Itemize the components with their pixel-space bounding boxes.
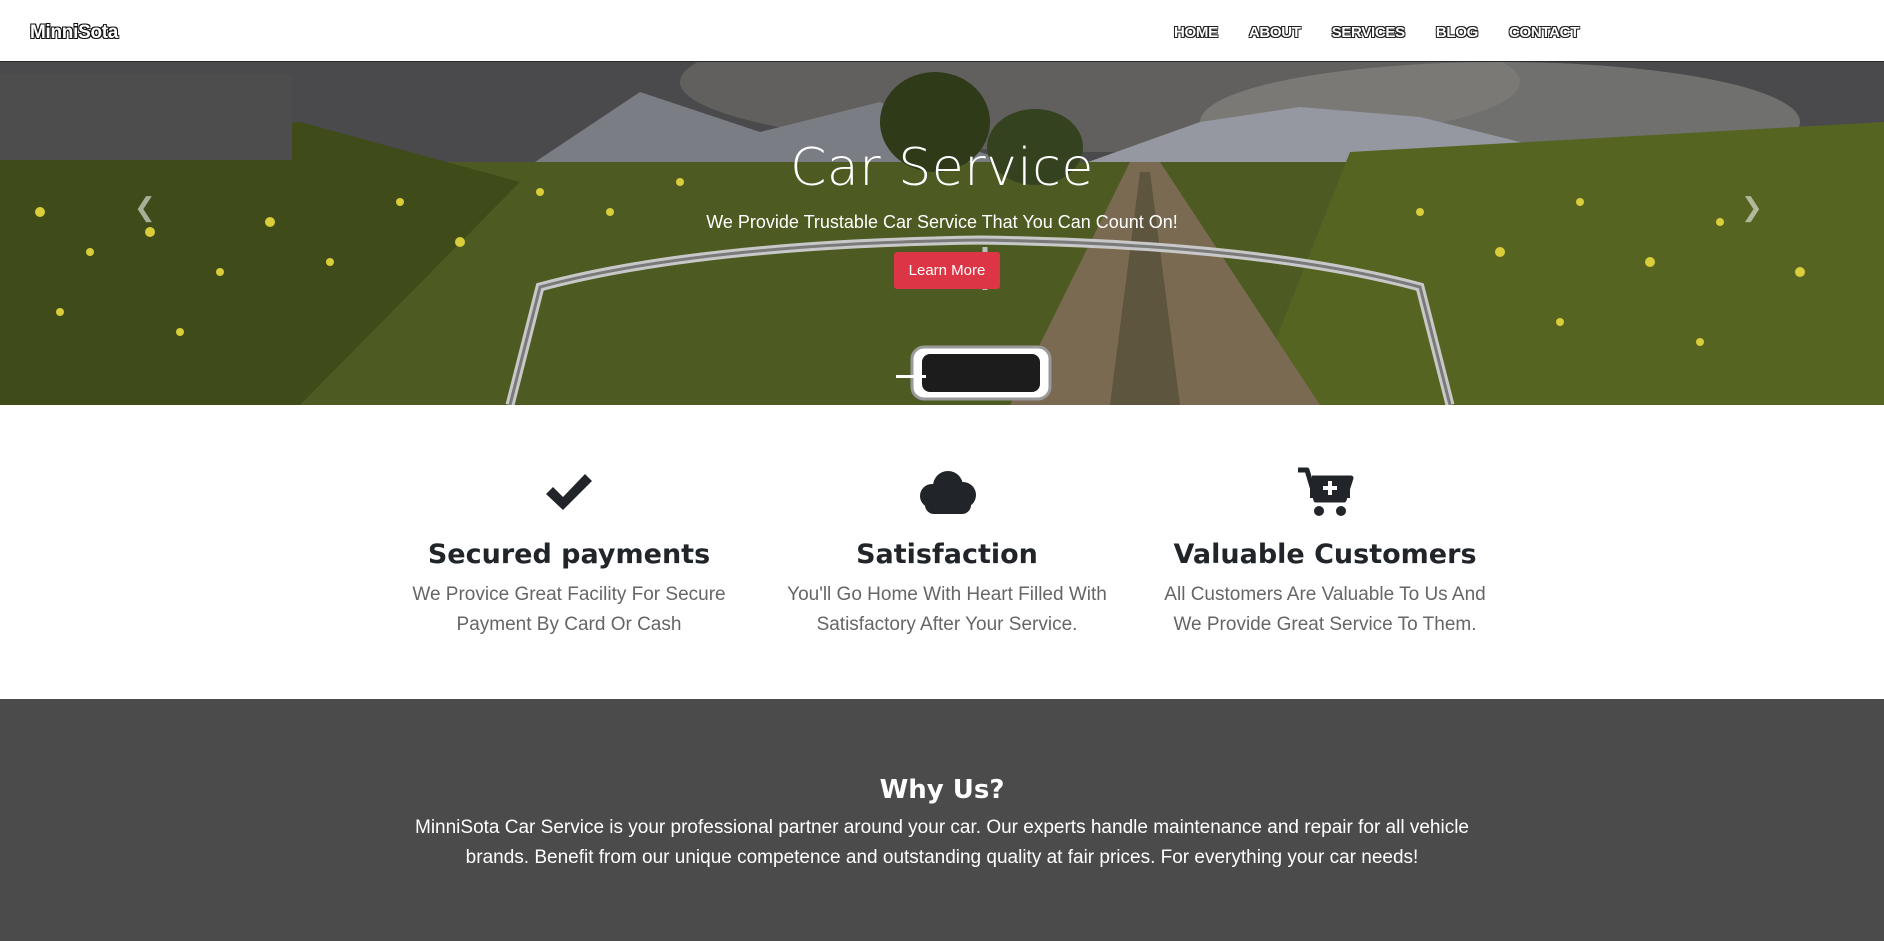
navbar: MinniSota HOME ABOUT SERVICES BLOG CONTA… — [0, 0, 1884, 62]
feature-text: We Provice Great Facility For Secure Pay… — [412, 584, 726, 635]
features-section: Secured payments We Provice Great Facili… — [0, 405, 1884, 699]
feature-satisfaction: Satisfaction You'll Go Home With Heart F… — [767, 465, 1127, 640]
main-nav: HOME ABOUT SERVICES BLOG CONTACT — [1174, 24, 1579, 41]
cart-plus-icon — [1145, 465, 1505, 519]
why-us-section: Why Us? MinniSota Car Service is your pr… — [0, 699, 1884, 941]
brand-logo[interactable]: MinniSota — [30, 22, 118, 44]
nav-contact[interactable]: CONTACT — [1509, 24, 1579, 41]
why-us-text: MinniSota Car Service is your profession… — [415, 817, 1469, 868]
feature-title: Secured payments — [427, 539, 711, 570]
feature-text: You'll Go Home With Heart Filled With Sa… — [787, 584, 1107, 635]
nav-services[interactable]: SERVICES — [1332, 24, 1405, 41]
feature-valuable-customers: Valuable Customers All Customers Are Val… — [1145, 465, 1505, 640]
hero-carousel: ❮ ❯ Car Service We Provide Trustable Car… — [0, 62, 1884, 405]
nav-blog[interactable]: BLOG — [1436, 24, 1478, 41]
feature-text: All Customers Are Valuable To Us And We … — [1164, 584, 1486, 635]
feature-title: Satisfaction — [856, 539, 1038, 570]
why-us-title: Why Us? — [879, 775, 1005, 805]
cloud-icon — [767, 465, 1127, 519]
feature-title: Valuable Customers — [1173, 539, 1477, 570]
carousel-indicator[interactable] — [896, 375, 926, 378]
check-icon — [389, 465, 749, 519]
hero-title: Car Service — [790, 138, 1094, 198]
nav-home[interactable]: HOME — [1174, 24, 1218, 41]
nav-about[interactable]: ABOUT — [1249, 24, 1301, 41]
feature-secured-payments: Secured payments We Provice Great Facili… — [389, 465, 749, 640]
learn-more-button[interactable]: Learn More — [894, 252, 1000, 289]
hero-subtitle: We Provide Trustable Car Service That Yo… — [706, 212, 1178, 232]
